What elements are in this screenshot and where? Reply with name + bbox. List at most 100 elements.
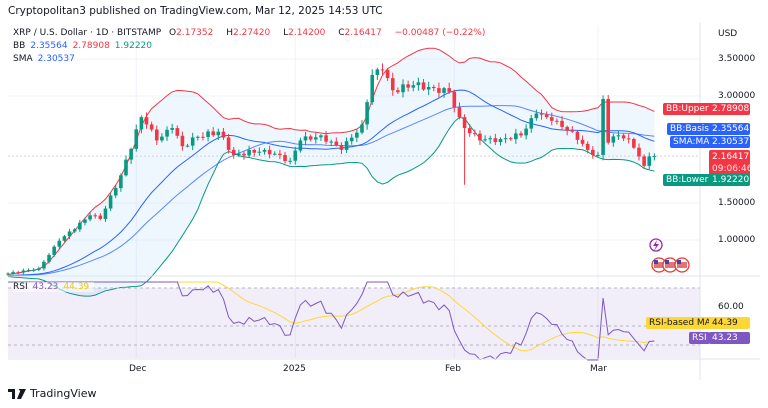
candle-body bbox=[267, 149, 272, 155]
sma-tag-label: SMA:MA bbox=[670, 136, 713, 148]
time-label: Mar bbox=[590, 364, 607, 374]
high-value: 2.27420 bbox=[233, 28, 271, 38]
sma-tag: 2.30537 bbox=[709, 136, 750, 148]
candle-body bbox=[401, 84, 405, 93]
candle-body bbox=[134, 129, 139, 149]
tradingview-logo[interactable]: TradingView bbox=[8, 387, 96, 400]
last-price-tag: 2.16417 09:06:46 bbox=[709, 150, 752, 176]
candle-body bbox=[334, 141, 339, 146]
published-by: Cryptopolitan3 published on TradingView.… bbox=[8, 5, 383, 17]
candle-body bbox=[611, 136, 616, 143]
close-value: 2.16417 bbox=[344, 28, 382, 38]
candle-body bbox=[416, 82, 421, 86]
candle-body bbox=[62, 236, 67, 241]
candle-body bbox=[483, 139, 487, 141]
price-tick: 1.00000 bbox=[718, 235, 756, 245]
rsi-tick: 60.00 bbox=[718, 302, 744, 312]
candle-body bbox=[437, 88, 441, 93]
price-tick: 3.00000 bbox=[718, 91, 756, 101]
candle-body bbox=[52, 246, 56, 255]
candle-body bbox=[390, 78, 395, 91]
candle-body bbox=[88, 215, 92, 220]
currency-label[interactable]: USD bbox=[718, 29, 737, 39]
candle-body bbox=[555, 120, 559, 122]
candle-body bbox=[560, 120, 564, 127]
candle-body bbox=[447, 88, 451, 92]
candle-body bbox=[637, 147, 641, 157]
candle-body bbox=[652, 156, 657, 158]
candle-body bbox=[462, 117, 467, 129]
candle-body bbox=[154, 129, 159, 141]
candle-body bbox=[242, 153, 246, 156]
candle-body bbox=[442, 88, 446, 93]
candle-body bbox=[180, 135, 185, 147]
candle-body bbox=[237, 153, 241, 155]
bb-basis-tag: 2.35564 bbox=[709, 123, 750, 135]
candle-body bbox=[421, 82, 426, 90]
candle-body bbox=[206, 131, 210, 138]
candle-body bbox=[226, 137, 231, 150]
candle-body bbox=[616, 135, 621, 137]
candle-body bbox=[298, 140, 303, 151]
candle-body bbox=[544, 114, 549, 118]
rsi-legend[interactable]: RSI 43.23 44.39 bbox=[13, 282, 95, 292]
candle-body bbox=[632, 138, 636, 148]
rsi-tag-label: RSI bbox=[689, 332, 710, 344]
candle-body bbox=[175, 128, 180, 136]
us-flag-canton-icon bbox=[654, 260, 658, 264]
price-tick: 3.50000 bbox=[718, 54, 756, 64]
candle-body bbox=[344, 141, 349, 150]
candle-body bbox=[247, 149, 251, 156]
candle-body bbox=[473, 133, 477, 135]
candle-body bbox=[165, 129, 169, 137]
candle-body bbox=[457, 107, 462, 118]
candle-body bbox=[190, 137, 195, 146]
candle-body bbox=[57, 240, 62, 247]
bb-legend[interactable]: BB 2.35564 2.78908 1.92220 bbox=[13, 41, 157, 51]
candle-body bbox=[11, 272, 15, 274]
candle-body bbox=[196, 136, 200, 138]
candle-body bbox=[160, 136, 164, 141]
candle-body bbox=[6, 273, 10, 275]
bb-upper-tag-label: BB:Upper bbox=[663, 103, 712, 115]
time-label: 2025 bbox=[283, 364, 306, 374]
chart-canvas[interactable] bbox=[0, 0, 768, 408]
candle-body bbox=[519, 133, 523, 136]
candle-body bbox=[565, 126, 569, 131]
bb-fill bbox=[8, 48, 655, 297]
candle-body bbox=[596, 154, 600, 156]
candle-body bbox=[47, 254, 51, 262]
candle-body bbox=[257, 151, 262, 153]
candle-body bbox=[355, 132, 359, 138]
candle-body bbox=[529, 118, 534, 129]
bb-lower-tag-label: BB:Lower bbox=[663, 174, 712, 186]
candle-body bbox=[26, 269, 31, 271]
candle-body bbox=[72, 229, 77, 232]
price-tick: 1.50000 bbox=[718, 198, 756, 208]
candle-body bbox=[642, 156, 646, 166]
candle-body bbox=[406, 84, 410, 88]
candle-body bbox=[211, 131, 215, 136]
candle-body bbox=[293, 150, 298, 161]
candle-body bbox=[83, 219, 87, 223]
symbol-title[interactable]: XRP / U.S. Dollar · 1D · BITSTAMP bbox=[13, 28, 161, 38]
candle-body bbox=[478, 133, 482, 141]
us-flag-canton-icon bbox=[677, 260, 681, 264]
candle-body bbox=[324, 135, 328, 142]
symbol-legend: XRP / U.S. Dollar · 1D · BITSTAMP O2.173… bbox=[13, 28, 486, 38]
candle-body bbox=[36, 268, 41, 270]
rsi-ma-tag: 44.39 bbox=[709, 317, 750, 329]
candle-body bbox=[16, 272, 21, 274]
sma-legend[interactable]: SMA 2.30537 bbox=[13, 54, 80, 64]
rsi-ma-tag-label: RSI-based MA bbox=[646, 317, 714, 329]
candle-body bbox=[467, 128, 472, 134]
candle-body bbox=[524, 128, 528, 136]
candle-body bbox=[21, 270, 26, 273]
open-value: 2.17352 bbox=[176, 28, 214, 38]
candle-body bbox=[508, 138, 513, 140]
candle-body bbox=[539, 113, 544, 115]
candle-body bbox=[426, 86, 431, 90]
candle-body bbox=[375, 69, 380, 75]
candle-body bbox=[314, 137, 318, 140]
candle-body bbox=[216, 131, 221, 136]
